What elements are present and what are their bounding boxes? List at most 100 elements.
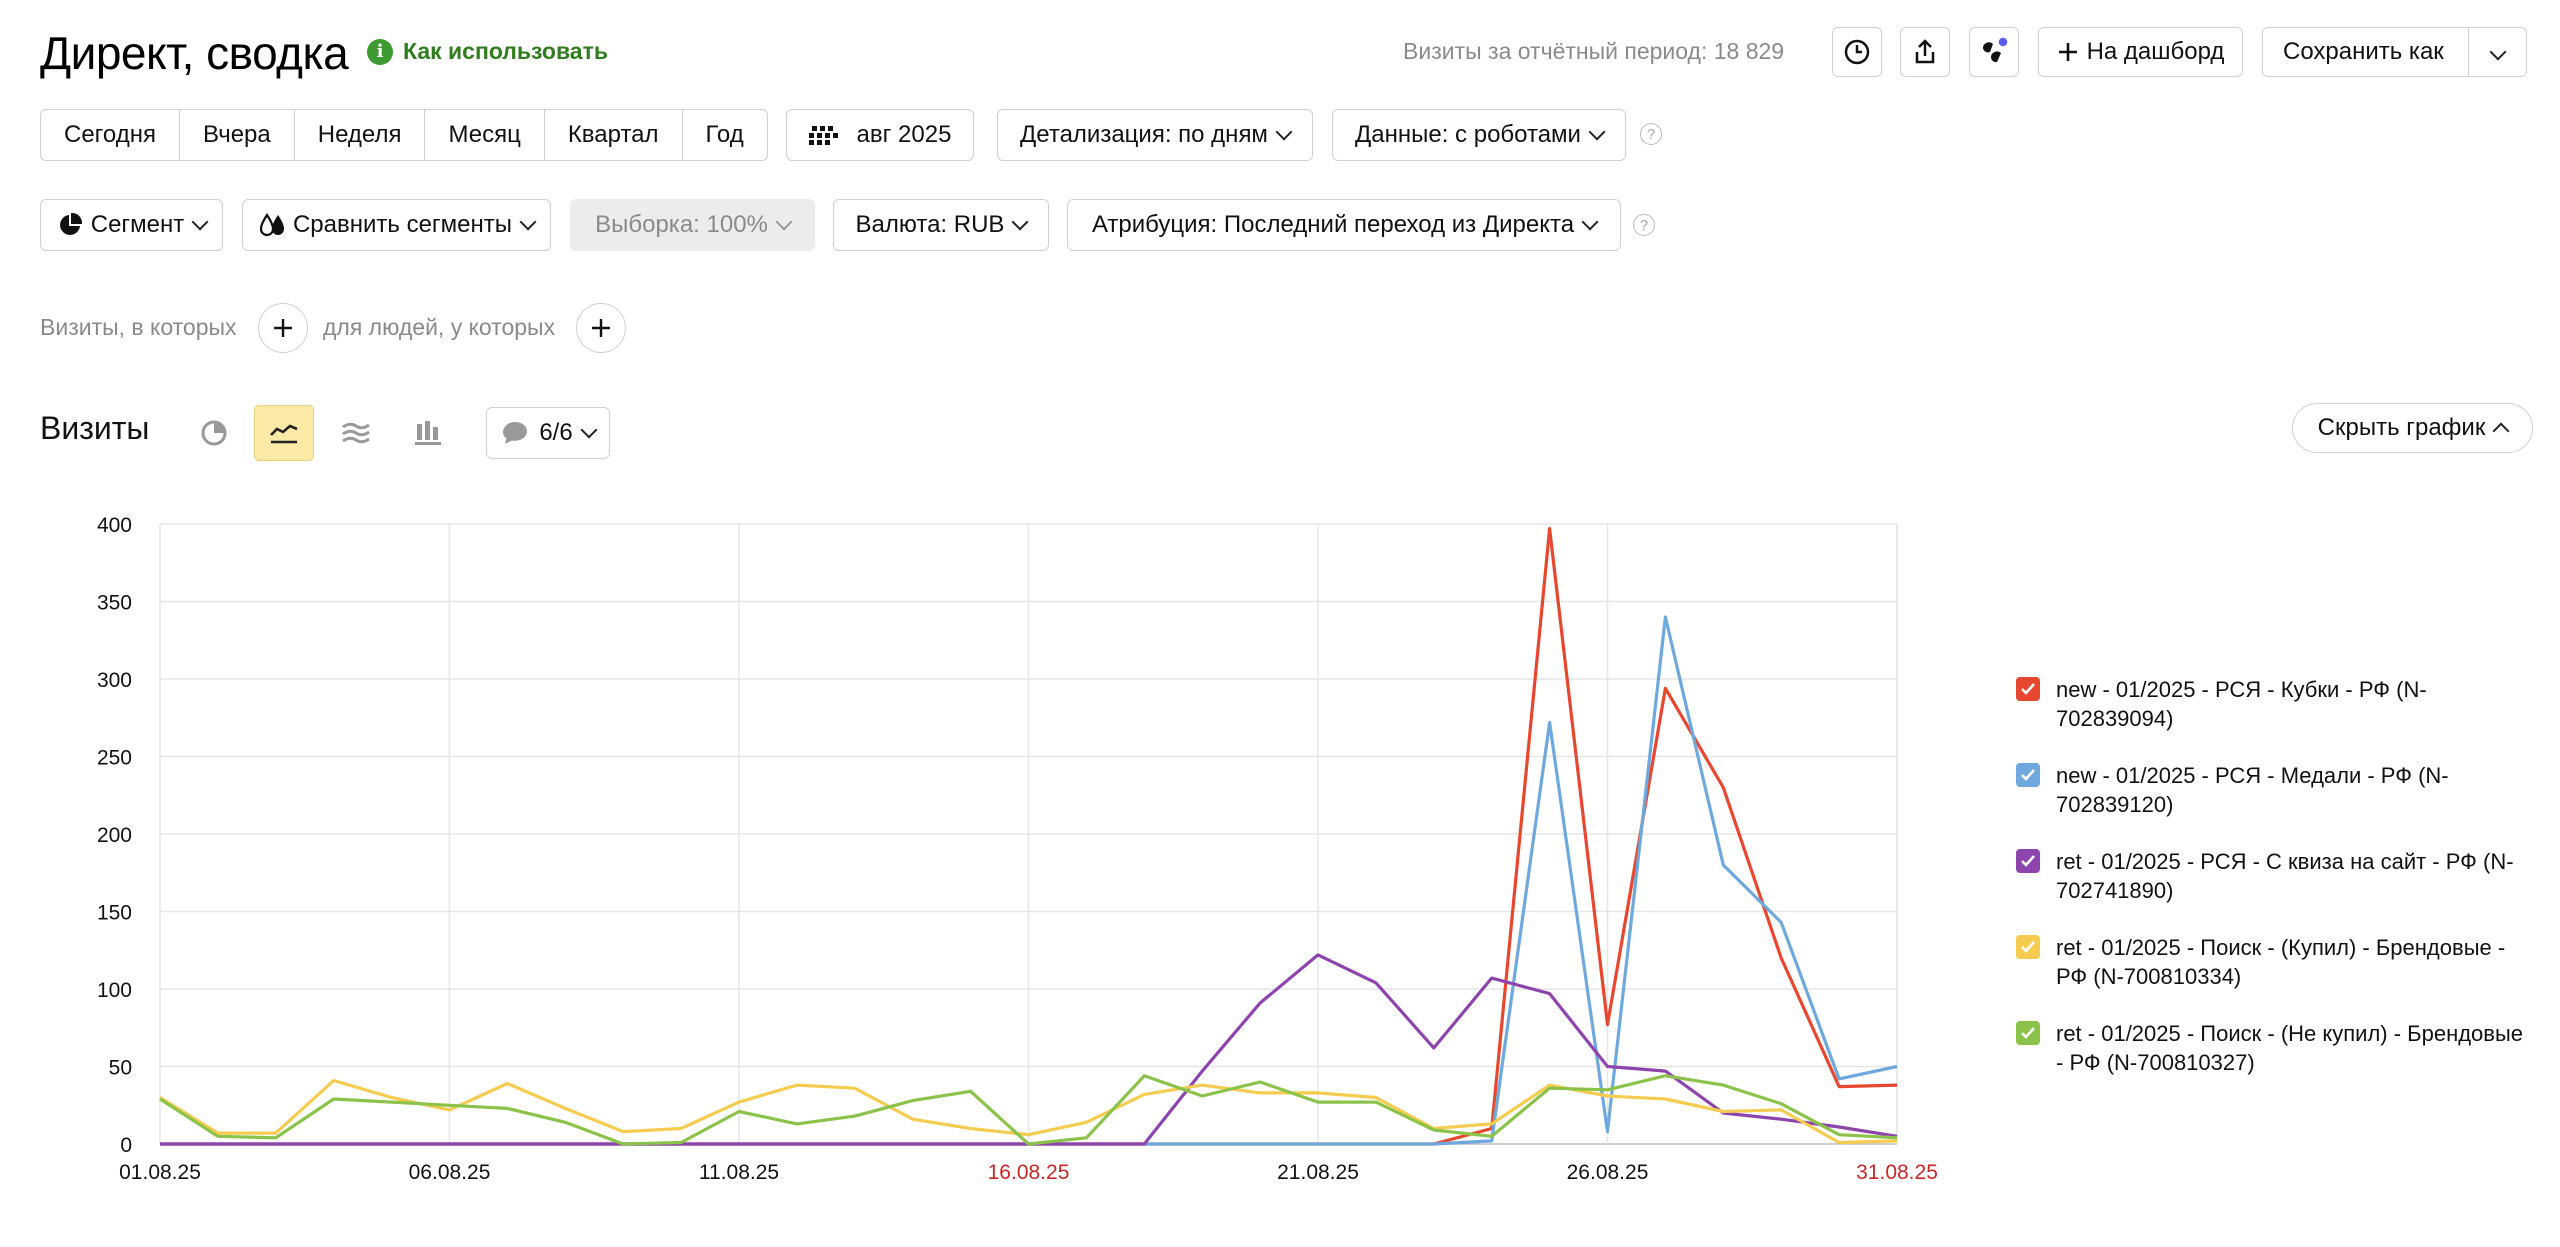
hide-chart-button[interactable]: Скрыть график xyxy=(2292,403,2533,453)
bar-chart-icon xyxy=(415,421,441,445)
clock-icon xyxy=(1844,39,1870,65)
legend-label: new - 01/2025 - РСЯ - Медали - РФ (N-702… xyxy=(2056,763,2449,817)
period-week[interactable]: Неделя xyxy=(295,110,426,160)
legend-item[interactable]: new - 01/2025 - РСЯ - Медали - РФ (N-702… xyxy=(2016,761,2536,819)
help-icon[interactable]: ? xyxy=(1633,214,1655,236)
checkbox-checked-icon[interactable] xyxy=(2016,1021,2040,1045)
checkbox-checked-icon[interactable] xyxy=(2016,763,2040,787)
legend-label: ret - 01/2025 - РСЯ - С квиза на сайт - … xyxy=(2056,849,2514,903)
date-label: авг 2025 xyxy=(856,121,952,148)
line-chart-icon xyxy=(270,424,298,444)
y-tick-label: 150 xyxy=(97,902,132,925)
assistant-button[interactable] xyxy=(1969,27,2019,77)
chart-type-area[interactable] xyxy=(326,405,386,461)
chart-type-line[interactable] xyxy=(254,405,314,461)
y-tick-label: 50 xyxy=(109,1057,132,1080)
share-icon xyxy=(1915,39,1935,64)
date-picker-button[interactable]: авг 2025 xyxy=(786,109,974,161)
x-tick-label: 26.08.25 xyxy=(1567,1161,1649,1184)
period-month[interactable]: Месяц xyxy=(425,110,545,160)
people-filter-label: для людей, у которых xyxy=(323,314,556,340)
chevron-down-icon xyxy=(775,213,793,231)
compare-segments-dropdown[interactable]: Сравнить сегменты xyxy=(242,199,551,251)
robots-dropdown[interactable]: Данные: с роботами xyxy=(1332,109,1626,161)
y-tick-label: 100 xyxy=(97,979,132,1002)
x-tick-label: 21.08.25 xyxy=(1277,1161,1359,1184)
series-count: 6/6 xyxy=(539,419,573,446)
attribution-dropdown[interactable]: Атрибуция: Последний переход из Директа xyxy=(1067,199,1621,251)
assistant-icon xyxy=(1982,36,2009,63)
checkbox-checked-icon[interactable] xyxy=(2016,935,2040,959)
legend-label: ret - 01/2025 - Поиск - (Не купил) - Бре… xyxy=(2056,1021,2524,1075)
chevron-down-icon xyxy=(1581,213,1599,231)
chevron-up-icon xyxy=(2492,422,2510,440)
chart-legend: new - 01/2025 - РСЯ - Кубки - РФ (N-7028… xyxy=(2016,675,2536,1105)
annotations-dropdown[interactable]: 6/6 xyxy=(486,407,610,459)
add-to-dashboard-label: На дашборд xyxy=(2086,38,2225,65)
info-icon: i xyxy=(367,38,393,65)
y-tick-label: 0 xyxy=(120,1134,132,1157)
period-selector: Сегодня Вчера Неделя Месяц Квартал Год xyxy=(40,109,768,161)
page-title: Директ, сводка xyxy=(40,27,349,79)
period-yesterday[interactable]: Вчера xyxy=(180,110,295,160)
checkbox-checked-icon[interactable] xyxy=(2016,677,2040,701)
sample-dropdown[interactable]: Выборка: 100% xyxy=(570,199,815,251)
pie-chart-icon xyxy=(201,420,227,446)
detail-label: Детализация: по дням xyxy=(1020,121,1268,148)
chevron-down-icon xyxy=(1275,123,1293,141)
compare-segments-label: Сравнить сегменты xyxy=(292,211,513,238)
compare-drops-icon xyxy=(259,213,284,237)
period-year[interactable]: Год xyxy=(683,110,767,160)
segment-dropdown[interactable]: Сегмент xyxy=(40,199,223,251)
pie-chart-icon xyxy=(59,212,82,235)
y-tick-label: 300 xyxy=(97,669,132,692)
x-axis: 01.08.25 06.08.25 11.08.25 16.08.25 21.08.25… xyxy=(119,1161,1938,1184)
currency-dropdown[interactable]: Валюта: RUB xyxy=(833,199,1049,251)
add-visit-filter-button[interactable] xyxy=(258,303,308,353)
detail-dropdown[interactable]: Детализация: по дням xyxy=(997,109,1313,161)
how-to-use-link[interactable]: i Как использовать xyxy=(367,38,608,65)
chart-type-bar[interactable] xyxy=(398,405,458,461)
y-tick-label: 400 xyxy=(97,514,132,537)
legend-item[interactable]: ret - 01/2025 - Поиск - (Не купил) - Бре… xyxy=(2016,1019,2536,1077)
chevron-down-icon xyxy=(1011,213,1029,231)
comment-icon xyxy=(503,422,528,444)
period-quarter[interactable]: Квартал xyxy=(545,110,683,160)
legend-item[interactable]: ret - 01/2025 - Поиск - (Купил) - Брендо… xyxy=(2016,933,2536,991)
calendar-icon xyxy=(808,126,838,145)
x-tick-label: 16.08.25 xyxy=(988,1161,1070,1184)
y-tick-label: 250 xyxy=(97,747,132,770)
visits-line-chart: 0 50 100 150 200 250 300 350 400 01.08.25 06.08.2… xyxy=(97,514,1938,1184)
robots-label: Данные: с роботами xyxy=(1355,121,1581,148)
history-button[interactable] xyxy=(1832,27,1882,77)
visits-filter-label: Визиты, в которых xyxy=(40,314,237,340)
visits-total: Визиты за отчётный период: 18 829 xyxy=(1403,38,1785,64)
x-tick-label: 11.08.25 xyxy=(699,1161,779,1184)
save-as-button[interactable]: Сохранить как xyxy=(2262,27,2527,77)
sample-label: Выборка: 100% xyxy=(595,211,768,238)
x-tick-label: 31.08.25 xyxy=(1856,1161,1938,1184)
chart-type-pie[interactable] xyxy=(184,405,244,461)
add-people-filter-button[interactable] xyxy=(576,303,626,353)
chart-grid xyxy=(159,523,1898,1145)
period-today[interactable]: Сегодня xyxy=(41,110,180,160)
plus-icon xyxy=(592,319,610,337)
save-as-label: Сохранить как xyxy=(2283,38,2444,65)
chevron-down-icon[interactable] xyxy=(2489,43,2507,61)
chevron-down-icon xyxy=(1588,123,1606,141)
export-button[interactable] xyxy=(1900,27,1950,77)
add-to-dashboard-button[interactable]: На дашборд xyxy=(2038,27,2243,77)
x-tick-label: 01.08.25 xyxy=(119,1161,201,1184)
checkbox-checked-icon[interactable] xyxy=(2016,849,2040,873)
plus-icon xyxy=(274,319,292,337)
y-tick-label: 200 xyxy=(97,824,132,847)
legend-label: new - 01/2025 - РСЯ - Кубки - РФ (N-7028… xyxy=(2056,677,2427,731)
currency-label: Валюта: RUB xyxy=(855,211,1005,238)
legend-item[interactable]: ret - 01/2025 - РСЯ - С квиза на сайт - … xyxy=(2016,847,2536,905)
legend-item[interactable]: new - 01/2025 - РСЯ - Кубки - РФ (N-7028… xyxy=(2016,675,2536,733)
plus-icon xyxy=(2058,43,2077,61)
help-icon[interactable]: ? xyxy=(1640,123,1662,145)
segment-label: Сегмент xyxy=(90,211,185,238)
chevron-down-icon xyxy=(519,213,537,231)
legend-label: ret - 01/2025 - Поиск - (Купил) - Брендо… xyxy=(2056,935,2506,989)
